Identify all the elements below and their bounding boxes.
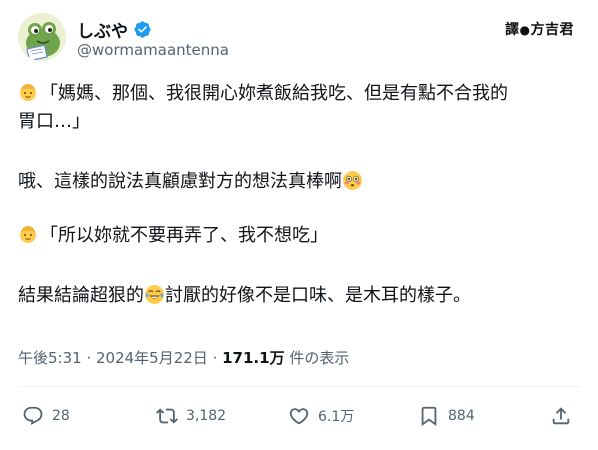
tweet-line-5b-text: 討厭的好像不是口味、是木耳的樣子。 (165, 285, 471, 306)
display-name[interactable]: しぶや (77, 17, 128, 42)
heart-icon (289, 408, 309, 425)
watermark-prefix: 譯 (505, 22, 520, 38)
like-count: 6.1万 (318, 409, 355, 425)
watermark-name: 方吉君 (530, 22, 574, 38)
tweet-actions: 28 3,182 6.1万 884 (22, 405, 578, 435)
tweet-line-5: 結果結論超狠的 討厭的好像不是口味、是木耳的樣子。 (18, 282, 578, 310)
retweet-button[interactable]: 3,182 (156, 405, 226, 427)
tweet-line-1: 「媽媽、那個、我很開心妳煮飯給我吃、但是有點不合我的 (18, 80, 578, 108)
bookmark-button[interactable]: 884 (418, 405, 475, 427)
translator-watermark: 譯●方吉君 (505, 19, 574, 39)
tweet-line-5a-text: 結果結論超狠的 (18, 285, 144, 306)
child-emoji-icon (20, 226, 36, 243)
child-emoji-icon (20, 84, 36, 101)
reply-icon (23, 406, 43, 425)
verified-badge-icon (134, 21, 151, 38)
user-handle[interactable]: @wormamaantenna (77, 41, 229, 59)
flushed-face-emoji-icon (343, 171, 362, 190)
tears-of-joy-emoji-icon (145, 285, 164, 304)
views-count[interactable]: 171.1万 (222, 349, 284, 367)
bookmark-icon (421, 406, 437, 427)
retweet-icon (156, 408, 178, 424)
tweet-header: しぶや @wormamaantenna 譯●方吉君 (18, 13, 580, 63)
name-row: しぶや (77, 17, 152, 42)
bookmark-count: 884 (448, 408, 475, 424)
tweet-text: 「媽媽、那個、我很開心妳煮飯給我吃、但是有點不合我的 胃口…」 哦、這樣的說法真… (18, 80, 578, 310)
tweet-line-4-text: 「所以妳就不要再弄了、我不想吃」 (40, 225, 328, 246)
share-icon (552, 407, 570, 425)
tweet-line-3: 哦、這樣的說法真顧慮對方的想法真棒啊 (18, 168, 578, 196)
watermark-separator: ● (519, 23, 531, 37)
divider (18, 386, 580, 387)
reply-count: 28 (52, 408, 70, 424)
tweet-line-2: 胃口…」 (18, 111, 90, 132)
tweet-line-1-text: 「媽媽、那個、我很開心妳煮飯給我吃、但是有點不合我的 (40, 83, 508, 104)
share-button[interactable] (550, 405, 572, 427)
tweet-meta: 午後5:31 · 2024年5月22日 · 171.1万 件の表示 (18, 347, 349, 368)
views-label: 件の表示 (284, 349, 350, 367)
frog-avatar-icon (18, 13, 66, 61)
meta-separator: · (81, 349, 96, 367)
retweet-count: 3,182 (186, 408, 227, 424)
tweet-line-3-text: 哦、這樣的說法真顧慮對方的想法真棒啊 (18, 171, 342, 192)
tweet-date[interactable]: 2024年5月22日 (96, 349, 208, 367)
tweet-time[interactable]: 午後5:31 (18, 349, 82, 367)
avatar[interactable] (18, 13, 66, 61)
reply-button[interactable]: 28 (22, 405, 70, 427)
like-button[interactable]: 6.1万 (288, 405, 354, 427)
meta-separator: · (207, 349, 223, 367)
tweet-line-4: 「所以妳就不要再弄了、我不想吃」 (18, 222, 578, 250)
